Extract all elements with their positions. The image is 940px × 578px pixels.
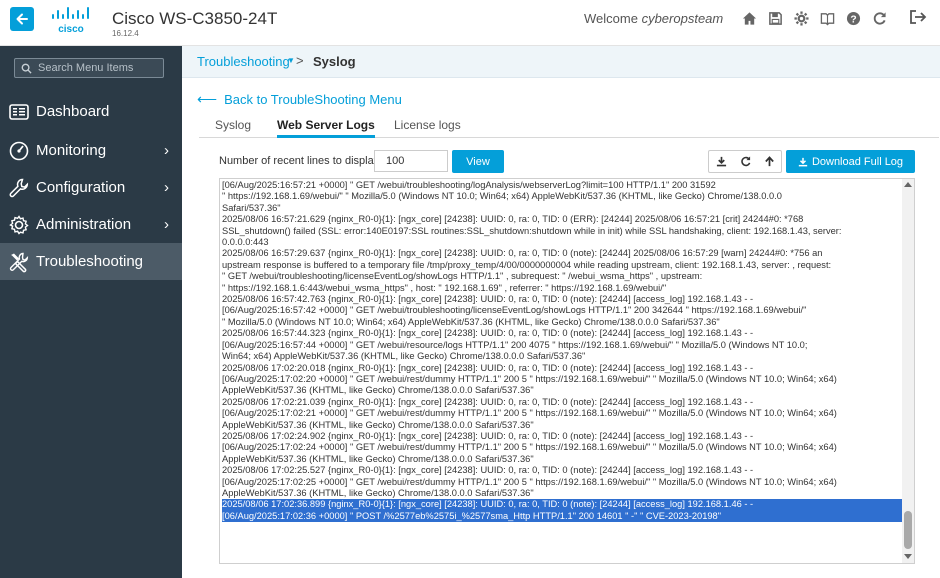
log-line: 0.0.0.0:443 <box>222 237 269 248</box>
refresh-icon[interactable] <box>733 151 757 172</box>
log-viewer[interactable]: [06/Aug/2025:16:57:21 +0000] " GET /webu… <box>219 178 915 564</box>
sidebar-item-dashboard[interactable]: Dashboard <box>0 93 182 130</box>
gear-icon[interactable] <box>788 8 814 28</box>
sidebar-item-label: Administration <box>36 216 132 233</box>
username: cyberopsteam <box>641 11 724 26</box>
top-toolbar: ? <box>736 8 892 28</box>
log-line: [06/Aug/2025:17:02:20 +0000] " GET /webu… <box>222 373 837 384</box>
log-line: " https://192.168.1.69/webui/" " Mozilla… <box>222 191 782 202</box>
dashboard-icon <box>7 100 31 124</box>
search-icon <box>21 63 32 74</box>
log-line: [06/Aug/2025:17:02:25 +0000] " GET /webu… <box>222 476 837 487</box>
arrow-left-icon <box>16 13 28 25</box>
sidebar-item-monitoring[interactable]: Monitoring › <box>0 132 182 169</box>
view-button[interactable]: View <box>452 150 504 173</box>
tab-syslog[interactable]: Syslog <box>215 118 251 132</box>
save-icon[interactable] <box>762 8 788 28</box>
device-title: Cisco WS-C3850-24T <box>112 9 278 28</box>
sidebar: Dashboard Monitoring › Configuration › A… <box>0 46 182 578</box>
log-line: 2025/08/06 16:57:29.637 {nginx_R0-0}{1}:… <box>222 248 823 259</box>
download-full-log-button[interactable]: Download Full Log <box>786 150 915 173</box>
wrench-icon <box>7 176 31 200</box>
sidebar-item-label: Dashboard <box>36 103 110 120</box>
log-line: [06/Aug/2025:16:57:21 +0000] " GET /webu… <box>222 180 716 190</box>
lines-label: Number of recent lines to display <box>219 155 380 167</box>
log-line: [06/Aug/2025:16:57:44 +0000] " GET /webu… <box>222 339 808 350</box>
scroll-down-icon[interactable] <box>904 554 912 559</box>
device-version: 16.12.4 <box>112 29 139 38</box>
log-text: [06/Aug/2025:16:57:21 +0000] " GET /webu… <box>222 180 902 523</box>
log-line-selected: 2025/08/06 17:02:36.899 {nginx_R0-0}{1}:… <box>222 499 902 511</box>
logout-icon[interactable] <box>909 9 927 25</box>
log-line: AppleWebKit/537.36 (KHTML, like Gecko) C… <box>222 385 534 396</box>
tools-icon <box>7 250 31 274</box>
chevron-right-icon: › <box>164 216 169 233</box>
back-to-troubleshooting-link[interactable]: ⟵ Back to TroubleShooting Menu <box>197 91 402 108</box>
log-line: AppleWebKit/537.36 (KHTML, like Gecko) C… <box>222 419 534 430</box>
log-tabs: Syslog Web Server Logs License logs <box>199 116 939 138</box>
book-icon[interactable] <box>814 8 840 28</box>
log-line: 2025/08/06 17:02:25.527 {nginx_R0-0}{1}:… <box>222 465 754 476</box>
cisco-logo: cisco <box>52 7 89 35</box>
welcome-text: Welcome cyberopsteam <box>584 11 723 26</box>
search-input[interactable] <box>38 62 158 74</box>
download-icon <box>798 157 808 166</box>
scroll-thumb[interactable] <box>904 511 912 549</box>
sidebar-item-label: Monitoring <box>36 142 107 159</box>
breadcrumb: Troubleshooting ▼ > Syslog <box>182 46 940 78</box>
arrow-left-icon: ⟵ <box>197 91 218 107</box>
sidebar-item-administration[interactable]: Administration › <box>0 206 182 243</box>
log-line: 2025/08/06 16:57:44.323 {nginx_R0-0}{1}:… <box>222 328 754 339</box>
log-line: 2025/08/06 16:57:21.629 {nginx_R0-0}{1}:… <box>222 214 804 225</box>
sidebar-item-label: Troubleshooting <box>36 253 144 270</box>
log-tool-group <box>708 150 782 173</box>
sidebar-toggle-button[interactable] <box>10 7 34 31</box>
sidebar-item-configuration[interactable]: Configuration › <box>0 169 182 206</box>
log-line: upstream response is buffered to a tempo… <box>222 259 832 270</box>
chevron-right-icon: › <box>164 142 169 159</box>
log-line: [06/Aug/2025:17:02:24 +0000] " GET /webu… <box>222 442 837 453</box>
refresh-icon[interactable] <box>866 8 892 28</box>
sidebar-item-troubleshooting[interactable]: Troubleshooting <box>0 243 182 280</box>
back-link-label: Back to TroubleShooting Menu <box>224 92 402 107</box>
download-full-log-label: Download Full Log <box>811 155 904 168</box>
arrow-up-icon[interactable] <box>757 151 781 172</box>
tab-license-logs[interactable]: License logs <box>394 118 461 132</box>
breadcrumb-separator: > <box>296 53 304 68</box>
gear-icon <box>7 213 31 237</box>
breadcrumb-troubleshooting-link[interactable]: Troubleshooting <box>197 54 290 69</box>
chevron-right-icon: › <box>164 179 169 196</box>
log-line: " GET /webui/troubleshooting/licenseEven… <box>222 271 703 282</box>
log-line: " https://192.168.1.6:443/webui_wsma_htt… <box>222 282 667 293</box>
log-line: " Mozilla/5.0 (Windows NT 10.0; Win64; x… <box>222 316 720 327</box>
download-icon[interactable] <box>709 151 733 172</box>
sidebar-item-label: Configuration <box>36 179 126 196</box>
log-line: AppleWebKit/537.36 (KHTML, like Gecko) C… <box>222 453 534 464</box>
tab-web-server-logs[interactable]: Web Server Logs <box>277 118 375 138</box>
help-icon[interactable]: ? <box>840 8 866 28</box>
log-line: 2025/08/06 17:02:24.902 {nginx_R0-0}{1}:… <box>222 430 754 441</box>
log-line: Safari/537.36" <box>222 202 281 213</box>
caret-down-icon[interactable]: ▼ <box>287 56 295 65</box>
log-line: Win64; x64) AppleWebKit/537.36 (KHTML, l… <box>222 351 586 362</box>
log-line: [06/Aug/2025:17:02:21 +0000] " GET /webu… <box>222 408 837 419</box>
scroll-up-icon[interactable] <box>904 182 912 187</box>
log-line: 2025/08/06 16:57:42.763 {nginx_R0-0}{1}:… <box>222 294 754 305</box>
monitoring-icon <box>7 139 31 163</box>
top-bar: cisco Cisco WS-C3850-24T 16.12.4 Welcome… <box>0 0 940 46</box>
lines-count-input[interactable] <box>374 150 448 172</box>
svg-text:?: ? <box>850 14 856 25</box>
log-scrollbar[interactable] <box>902 179 914 563</box>
log-line: [06/Aug/2025:16:57:42 +0000] " GET /webu… <box>222 305 807 316</box>
cisco-wordmark: cisco <box>58 24 84 35</box>
welcome-prefix: Welcome <box>584 11 638 26</box>
log-line: 2025/08/06 17:02:21.039 {nginx_R0-0}{1}:… <box>222 396 754 407</box>
log-line: SSL_shutdown() failed (SSL: error:140E01… <box>222 225 842 236</box>
log-line: AppleWebKit/537.36 (KHTML, like Gecko) C… <box>222 487 534 498</box>
breadcrumb-current: Syslog <box>313 54 356 69</box>
menu-search[interactable] <box>14 58 164 78</box>
log-line: 2025/08/06 17:02:20.018 {nginx_R0-0}{1}:… <box>222 362 754 373</box>
log-line-selected: [06/Aug/2025:17:02:36 +0000] " POST /%25… <box>222 510 902 523</box>
home-icon[interactable] <box>736 8 762 28</box>
